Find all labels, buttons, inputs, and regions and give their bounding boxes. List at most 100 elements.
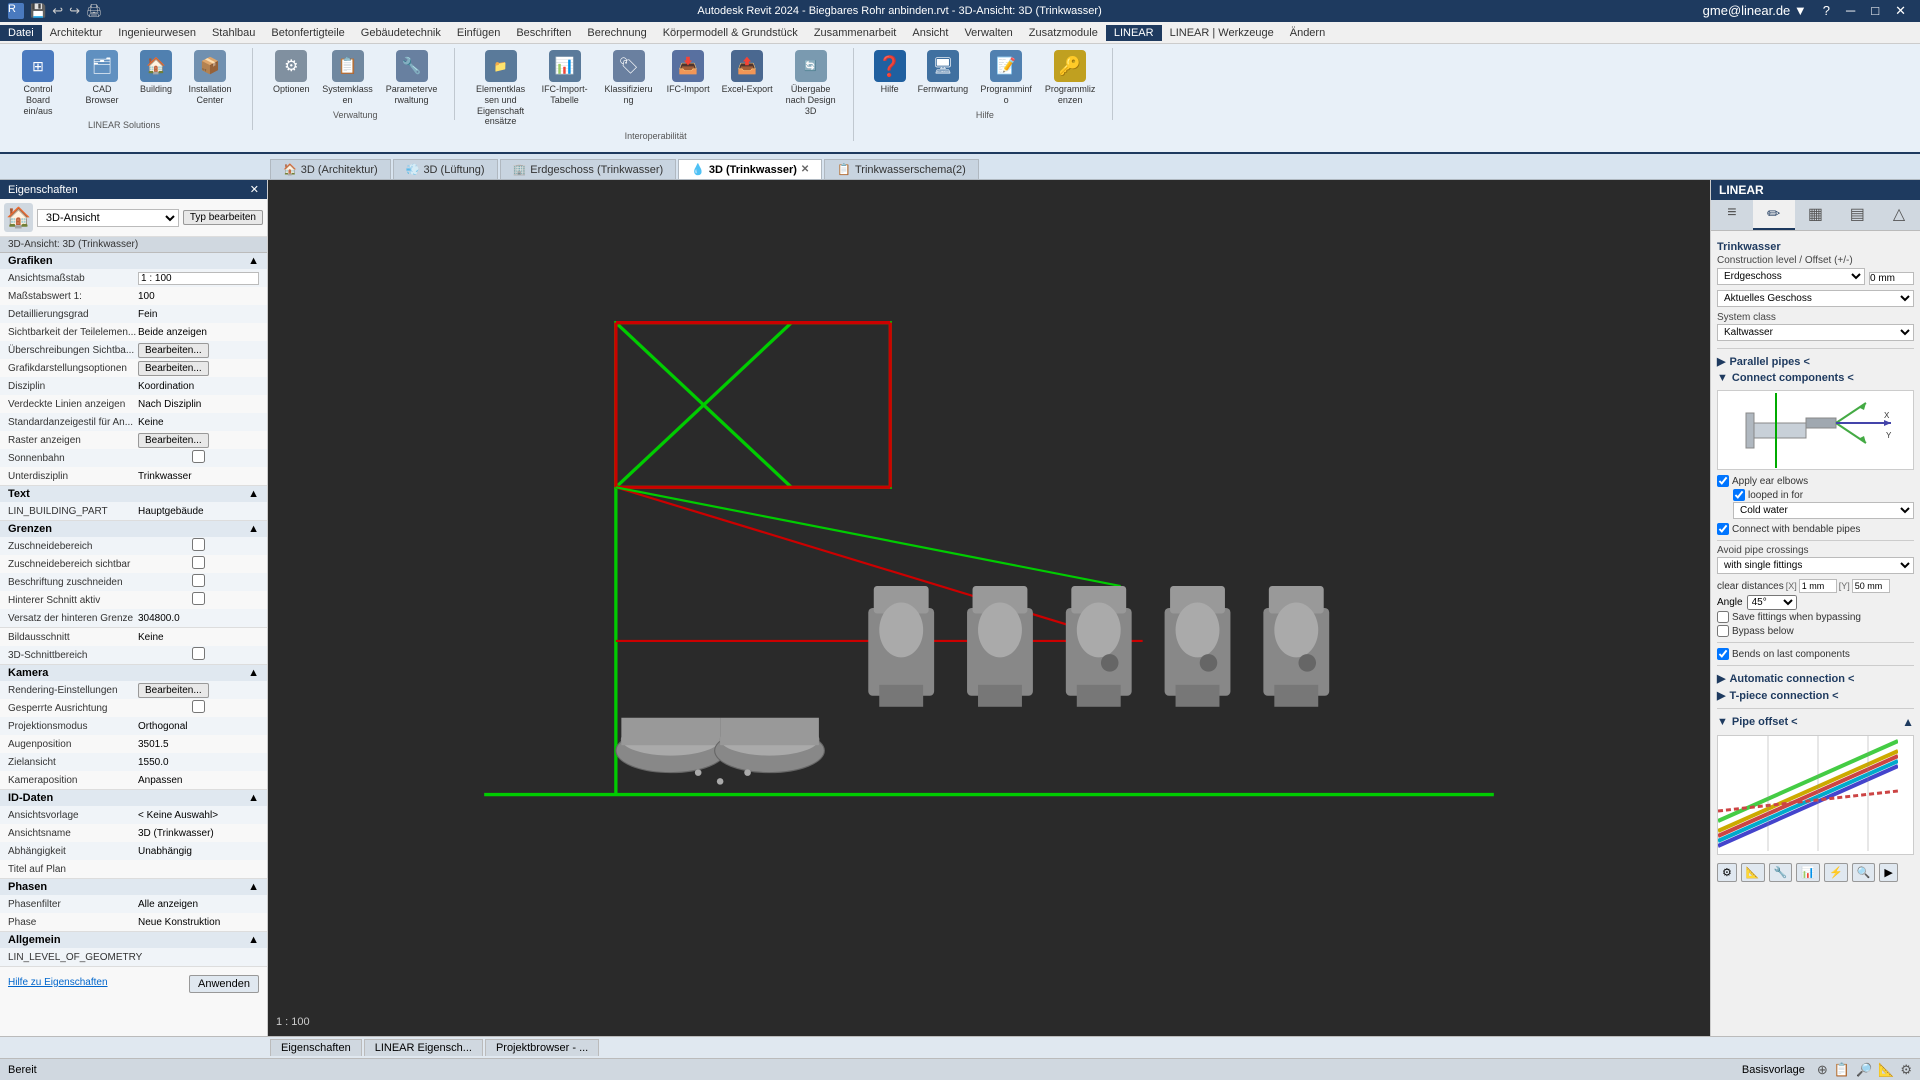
menu-linear[interactable]: LINEAR (1106, 25, 1162, 41)
rp-angle-select[interactable]: 45° 30° 60° (1747, 595, 1797, 610)
tab-trinkwasserschema[interactable]: 📋 Trinkwasserschema(2) (824, 159, 979, 179)
ribbon-btn-ifc-import2[interactable]: 📥 IFC-Import (663, 48, 714, 97)
ribbon-btn-installation[interactable]: 📦 Installation Center (180, 48, 240, 108)
menu-stahl[interactable]: Stahlbau (204, 25, 263, 41)
menu-ing[interactable]: Ingenieurwesen (110, 25, 204, 41)
quick-access-redo[interactable]: ↪ (69, 3, 80, 19)
rp-action-btn-6[interactable]: 🔍 (1852, 863, 1876, 882)
rp-action-btn-5[interactable]: ⚡ (1824, 863, 1848, 882)
statusbar-icon-2[interactable]: 📋 (1834, 1062, 1850, 1078)
menu-beton[interactable]: Betonfertigteile (263, 25, 352, 41)
ueberschreibungen-btn[interactable]: Bearbeiten... (138, 343, 209, 358)
schnittbereich-cb[interactable] (138, 647, 259, 660)
statusbar-icon-5[interactable]: ⚙ (1900, 1062, 1912, 1078)
save-fittings-checkbox[interactable] (1717, 611, 1729, 623)
rp-parallel-pipes-header[interactable]: ▶ Parallel pipes < (1717, 353, 1914, 370)
rp-action-btn-1[interactable]: ⚙ (1717, 863, 1737, 882)
rp-cold-water-select[interactable]: Cold water (1733, 502, 1914, 519)
menu-verwalten[interactable]: Verwalten (956, 25, 1020, 41)
bends-checkbox[interactable] (1717, 648, 1729, 660)
ribbon-btn-cad-browser[interactable]: 🗂 CAD Browser (72, 48, 132, 108)
menu-datei[interactable]: Datei (0, 25, 42, 41)
bypass-checkbox[interactable] (1717, 625, 1729, 637)
minimize-btn[interactable]: ─ (1840, 3, 1861, 19)
looped-checkbox[interactable] (1733, 489, 1745, 501)
tab-close-trinkwasser[interactable]: ✕ (801, 164, 809, 175)
menu-architektur[interactable]: Architektur (42, 25, 111, 41)
help-btn[interactable]: ? (1817, 3, 1836, 19)
rp-system-class-select[interactable]: Kaltwasser (1717, 324, 1914, 341)
section-id-header[interactable]: ID-Daten ▲ (0, 790, 267, 806)
apply-ear-checkbox[interactable] (1717, 475, 1729, 487)
ribbon-btn-uebergabe[interactable]: 🔄 Übergabe nach Design 3D (781, 48, 841, 118)
statusbar-icon-1[interactable]: ⊕ (1817, 1062, 1828, 1078)
menu-gebaeude[interactable]: Gebäudetechnik (353, 25, 449, 41)
ribbon-btn-optionen[interactable]: ⚙ Optionen (269, 48, 314, 97)
beschriftung-cb[interactable] (138, 574, 259, 587)
bottom-tab-projektbrowser[interactable]: Projektbrowser - ... (485, 1039, 599, 1056)
rp-level-select[interactable]: Erdgeschoss (1717, 268, 1865, 285)
rp-tpiece-header[interactable]: ▶ T-piece connection < (1717, 687, 1914, 704)
rp-avoid-select[interactable]: with single fittings (1717, 557, 1914, 574)
rp-action-btn-2[interactable]: 📐 (1741, 863, 1765, 882)
sonnenbahn-checkbox[interactable] (138, 450, 259, 463)
view-type-dropdown[interactable]: 3D-Ansicht (37, 209, 179, 227)
menu-ansicht[interactable]: Ansicht (904, 25, 956, 41)
grafikdarstellung-btn[interactable]: Bearbeiten... (138, 361, 209, 376)
rendering-btn[interactable]: Bearbeiten... (138, 683, 209, 698)
bottom-tab-eigenschaften[interactable]: Eigenschaften (270, 1039, 362, 1056)
ribbon-btn-fernwartung[interactable]: 🖥 Fernwartung (914, 48, 973, 97)
section-allgemein-header[interactable]: Allgemein ▲ (0, 932, 267, 948)
menu-zusammen[interactable]: Zusammenarbeit (806, 25, 905, 41)
menu-linear-werkzeuge[interactable]: LINEAR | Werkzeuge (1162, 25, 1282, 41)
maximize-btn[interactable]: □ (1865, 3, 1885, 19)
ribbon-btn-systemklassen[interactable]: 📋 Systemklassen (318, 48, 378, 108)
rp-dist-y-input[interactable] (1852, 579, 1890, 593)
right-tab-table[interactable]: ▤ (1836, 200, 1878, 230)
menu-beschriften[interactable]: Beschriften (508, 25, 579, 41)
properties-close-btn[interactable]: ✕ (250, 183, 259, 196)
rp-pipe-offset-header[interactable]: ▼ Pipe offset < ▲ (1717, 713, 1914, 731)
quick-access-save[interactable]: 💾 (30, 3, 46, 19)
zuschneidebereich-cb[interactable] (138, 538, 259, 551)
ribbon-btn-parameterverwaltung[interactable]: 🔧 Parameterverwaltung (382, 48, 442, 108)
menu-berechnung[interactable]: Berechnung (579, 25, 654, 41)
rp-action-btn-4[interactable]: 📊 (1796, 863, 1820, 882)
quick-access-undo[interactable]: ↩ (52, 3, 63, 19)
apply-btn[interactable]: Anwenden (189, 975, 259, 993)
hilfe-link[interactable]: Hilfe zu Eigenschaften (8, 977, 108, 988)
menu-zusatz[interactable]: Zusatzmodule (1021, 25, 1106, 41)
section-phasen-header[interactable]: Phasen ▲ (0, 879, 267, 895)
tab-erdgeschoss[interactable]: 🏢 Erdgeschoss (Trinkwasser) (500, 159, 677, 179)
right-tab-triangle[interactable]: △ (1878, 200, 1920, 230)
ribbon-btn-excel-export[interactable]: 📤 Excel-Export (718, 48, 777, 97)
ribbon-btn-building[interactable]: 🏠 Building (136, 48, 176, 97)
rp-offset-input[interactable] (1869, 272, 1914, 285)
rp-connect-header[interactable]: ▼ Connect components < (1717, 370, 1914, 386)
close-btn[interactable]: ✕ (1889, 3, 1912, 19)
right-tab-edit[interactable]: ✏ (1753, 200, 1795, 230)
right-tab-menu[interactable]: ≡ (1711, 200, 1753, 230)
ribbon-btn-ifc-import[interactable]: 📊 IFC-Import-Tabelle (535, 48, 595, 108)
edit-type-btn[interactable]: Typ bearbeiten (183, 210, 263, 225)
ribbon-btn-elementklassen[interactable]: 📁 Elementklassen und Eigenschaftensätze (471, 48, 531, 129)
rp-dist-x-input[interactable] (1799, 579, 1837, 593)
section-grafiken-header[interactable]: Grafiken ▲ (0, 253, 267, 269)
bottom-tab-linear[interactable]: LINEAR Eigensch... (364, 1039, 483, 1056)
rp-action-btn-3[interactable]: 🔧 (1769, 863, 1793, 882)
rp-action-btn-7[interactable]: ▶ (1879, 863, 1897, 882)
menu-koerper[interactable]: Körpermodell & Grundstück (655, 25, 806, 41)
ribbon-btn-programminfo[interactable]: 📝 Programminfo (976, 48, 1036, 108)
section-grenzen-header[interactable]: Grenzen ▲ (0, 521, 267, 537)
tab-3d-trinkwasser[interactable]: 💧 3D (Trinkwasser) ✕ (678, 159, 822, 179)
ribbon-btn-programmlizenzen[interactable]: 🔑 Programmlizenzen (1040, 48, 1100, 108)
zuschneide-sichtbar-cb[interactable] (138, 556, 259, 569)
raster-btn[interactable]: Bearbeiten... (138, 433, 209, 448)
menu-aendern[interactable]: Ändern (1282, 25, 1333, 41)
right-tab-grid[interactable]: ▦ (1795, 200, 1837, 230)
statusbar-icon-4[interactable]: 📐 (1878, 1062, 1894, 1078)
ribbon-btn-klassifizierung[interactable]: 🏷 Klassifizierung (599, 48, 659, 108)
section-text-header[interactable]: Text ▲ (0, 486, 267, 502)
tab-3d-lueftung[interactable]: 💨 3D (Lüftung) (393, 159, 498, 179)
ribbon-btn-hilfe[interactable]: ❓ Hilfe (870, 48, 910, 97)
